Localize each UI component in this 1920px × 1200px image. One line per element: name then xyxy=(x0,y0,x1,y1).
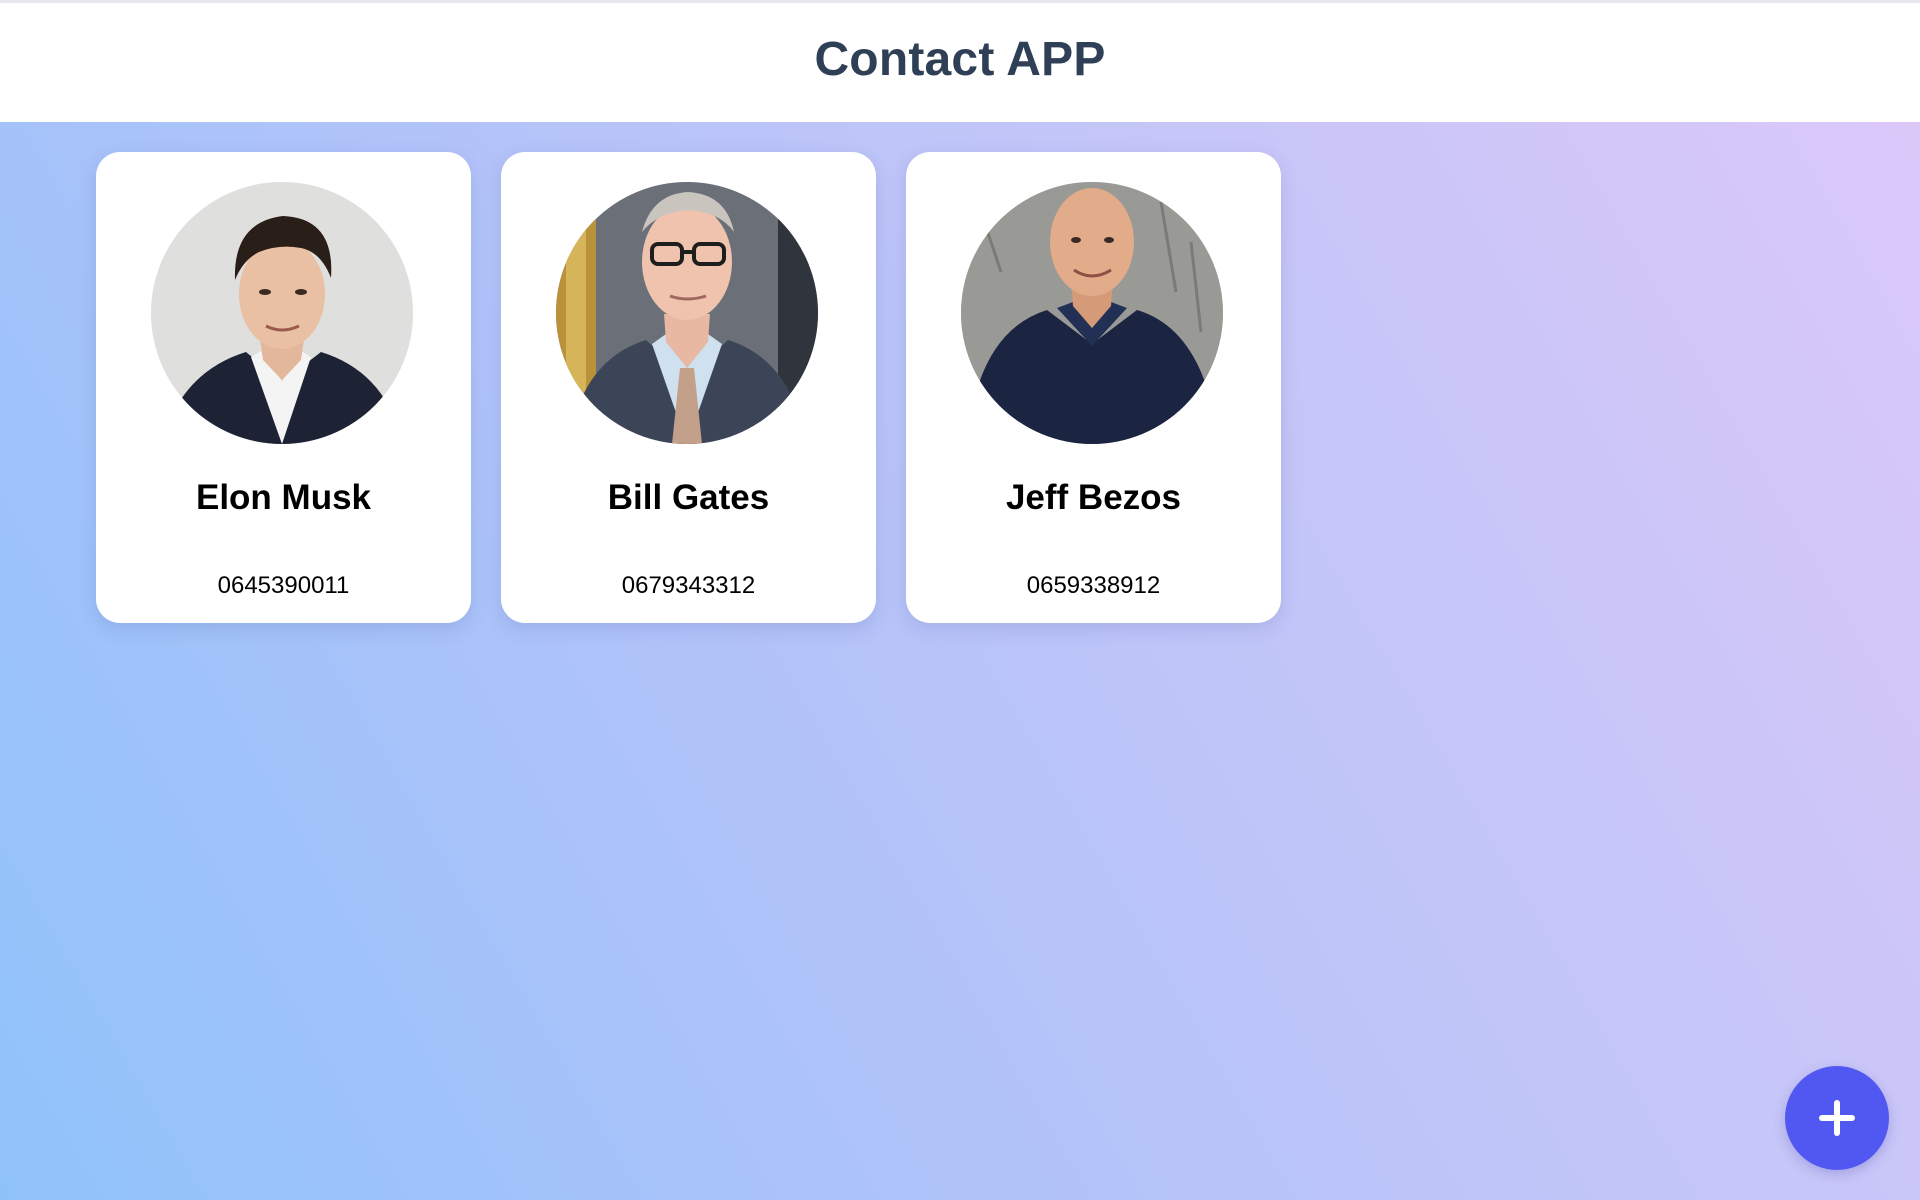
contact-avatar xyxy=(151,182,413,444)
plus-icon xyxy=(1819,1100,1855,1136)
contact-card[interactable]: Jeff Bezos 0659338912 xyxy=(906,152,1281,623)
contact-phone: 0659338912 xyxy=(1026,572,1161,599)
page-title: Contact APP xyxy=(814,33,1106,86)
contact-card[interactable]: Bill Gates 0679343312 xyxy=(501,152,876,623)
add-contact-button[interactable] xyxy=(1785,1066,1889,1170)
contact-phone: 0679343312 xyxy=(621,572,756,599)
contact-phone: 0645390011 xyxy=(217,572,350,599)
contact-name: Jeff Bezos xyxy=(1005,478,1182,517)
contact-list: Elon Musk 0645390011 Bill Gates 06793433… xyxy=(96,152,1281,623)
contact-card[interactable]: Elon Musk 0645390011 xyxy=(96,152,471,623)
contact-name: Bill Gates xyxy=(607,478,770,517)
contact-avatar xyxy=(961,182,1223,444)
app-header: Contact APP xyxy=(0,3,1920,122)
contact-avatar xyxy=(556,182,818,444)
contact-name: Elon Musk xyxy=(195,478,372,517)
